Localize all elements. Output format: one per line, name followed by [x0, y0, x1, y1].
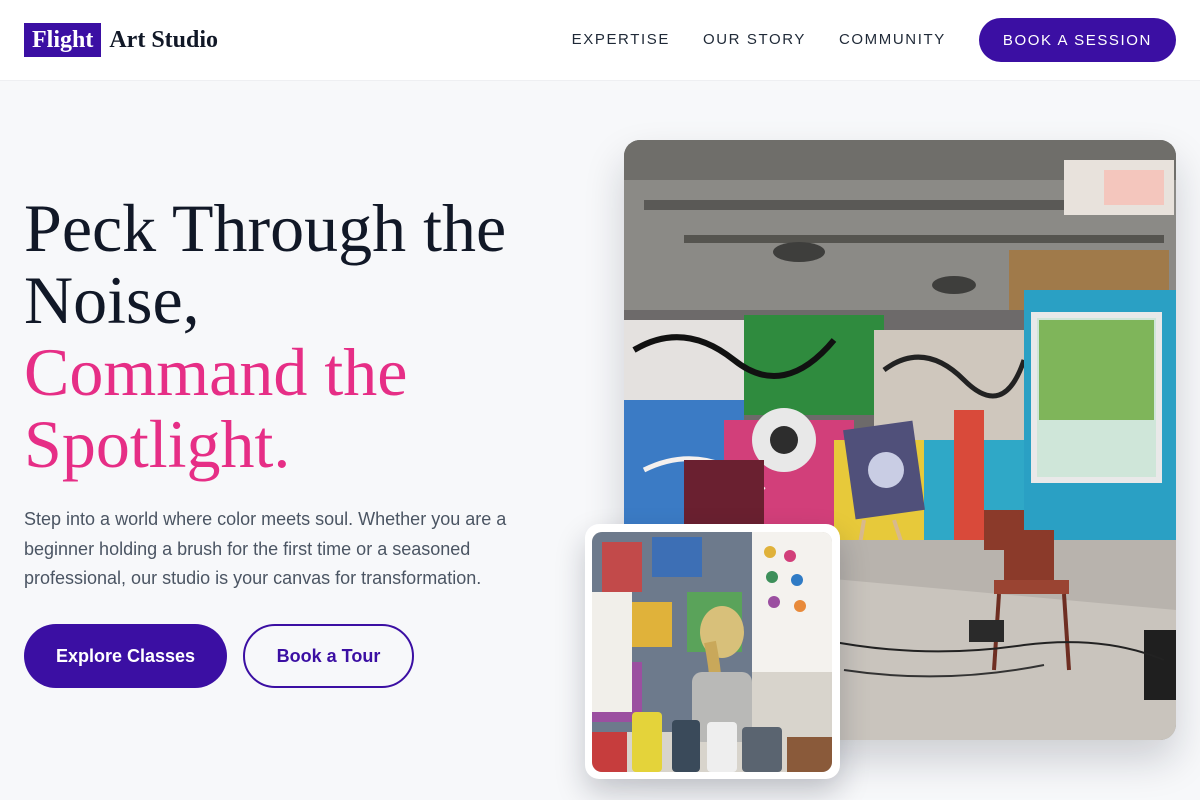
site-header: Flight Art Studio EXPERTISE OUR STORY CO…: [0, 0, 1200, 80]
nav-link-our-story[interactable]: OUR STORY: [703, 18, 806, 62]
nav-link-community[interactable]: COMMUNITY: [839, 18, 946, 62]
nav-link-expertise[interactable]: EXPERTISE: [572, 18, 670, 62]
book-session-button[interactable]: BOOK A SESSION: [978, 18, 1176, 62]
logo-badge: Flight: [24, 23, 102, 57]
logo[interactable]: Flight Art Studio: [24, 23, 218, 57]
hero-title-line: Peck Through the: [24, 190, 507, 266]
main-nav: EXPERTISE OUR STORY COMMUNITY BOOK A SES…: [572, 18, 1176, 62]
hero-title: Peck Through the Noise, Command the Spot…: [24, 192, 584, 480]
inset-photo-card: [585, 524, 840, 779]
child-painting-illustration: [592, 532, 832, 772]
hero-title-accent-line: Spotlight.: [24, 406, 291, 482]
explore-classes-button[interactable]: Explore Classes: [24, 624, 227, 688]
logo-text: Art Studio: [109, 26, 219, 53]
child-painting-photo: [592, 532, 832, 772]
hero-description: Step into a world where color meets soul…: [24, 509, 507, 588]
hero-title-accent-line: Command the: [24, 334, 408, 410]
hero-title-line: Noise,: [24, 262, 200, 338]
book-tour-button[interactable]: Book a Tour: [243, 624, 414, 688]
